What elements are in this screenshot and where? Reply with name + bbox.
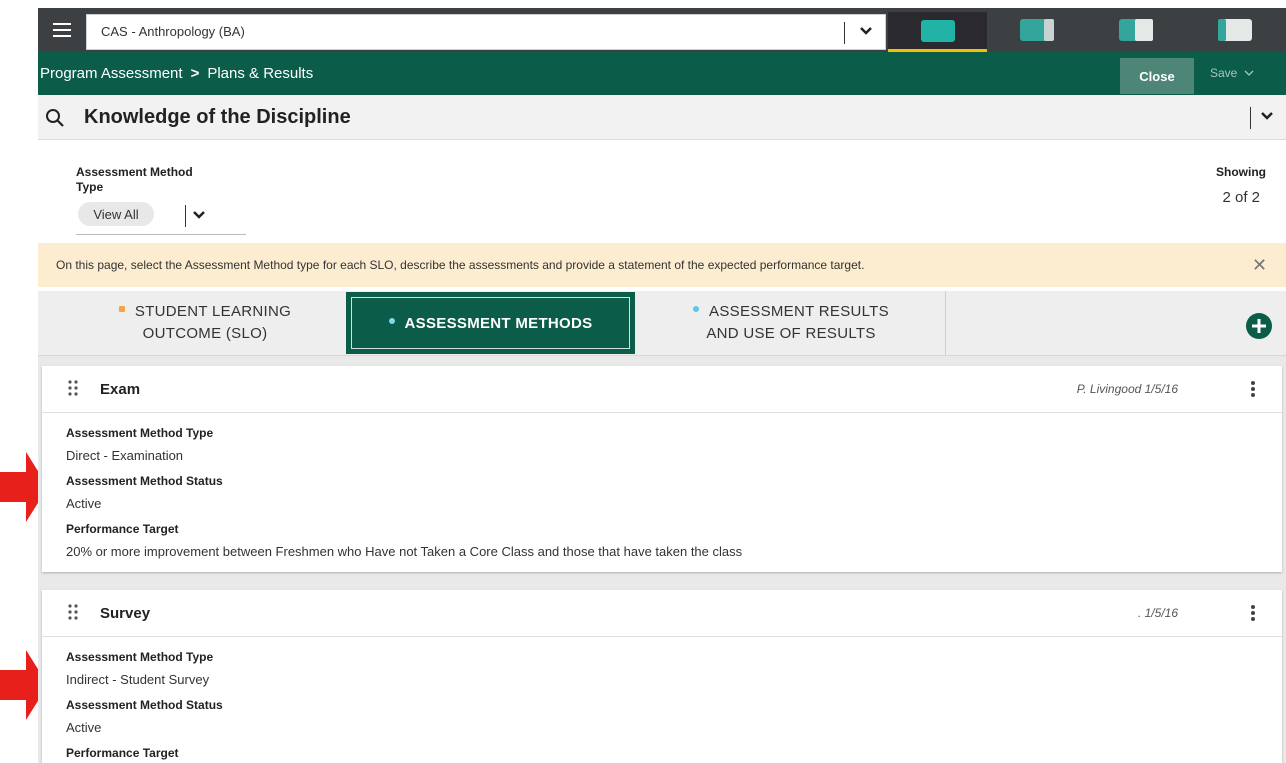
close-button[interactable]: Close [1120,58,1194,94]
showing-label: Showing [1216,165,1266,179]
menu-button[interactable] [38,8,86,52]
filter-label: Assessment Method Type [76,165,193,194]
field-label: Performance Target [66,746,179,760]
view-tile-4[interactable] [1185,12,1284,48]
breadcrumb: Program Assessment > Plans & Results [40,65,313,82]
showing-count: 2 of 2 [1222,189,1260,206]
slo-title: Knowledge of the Discipline [84,106,351,128]
method-type-filter[interactable]: View All [78,202,154,226]
field-label: Performance Target [66,522,179,536]
breadcrumb-root[interactable]: Program Assessment [40,65,183,82]
save-button-label: Save [1210,66,1238,80]
layout-half-icon [1118,19,1153,41]
field-value: Direct - Examination [66,448,184,463]
hamburger-icon [53,23,71,37]
view-tile-3[interactable] [1086,12,1185,48]
breadcrumb-bar: Program Assessment > Plans & Results [38,52,1286,95]
status-dot [388,318,395,325]
info-banner-text: On this page, select the Assessment Meth… [56,258,865,272]
field-label: Assessment Method Type [66,650,214,664]
breadcrumb-current: Plans & Results [207,65,314,82]
card-header[interactable]: Exam P. Livingood 1/5/16 [42,366,1282,413]
card-author-date: P. Livingood 1/5/16 [1076,382,1178,396]
card-header[interactable]: Survey . 1/5/16 [42,590,1282,637]
card-title: Survey [100,605,151,622]
tab-assessment-methods[interactable]: ASSESSMENT METHODS [346,292,635,354]
select-divider [185,205,186,227]
drag-handle-icon[interactable] [68,380,78,396]
app-window: CAS - Anthropology (BA) Program Assessme… [38,8,1286,763]
select-divider [844,22,845,44]
chevron-down-icon[interactable] [192,208,206,222]
tab-strip: STUDENT LEARNING OUTCOME (SLO) ASSESSMEN… [38,291,1286,356]
save-button[interactable]: Save [1210,66,1254,80]
program-select-value: CAS - Anthropology (BA) [101,24,245,39]
search-icon [46,109,64,127]
status-dot [693,306,700,313]
field-label: Assessment Method Status [66,698,223,712]
select-divider [1250,107,1251,129]
breadcrumb-separator: > [190,65,200,82]
card-author-date: . 1/5/16 [1137,606,1178,620]
view-tile-2[interactable] [987,12,1086,48]
more-options-icon[interactable] [1250,380,1256,398]
tab-slo[interactable]: STUDENT LEARNING OUTCOME (SLO) [38,291,346,355]
view-tile-1[interactable] [888,12,987,52]
tab-results-label: ASSESSMENT RESULTS AND USE OF RESULTS [651,301,931,345]
layout-side-icon [1217,19,1252,41]
field-value: Indirect - Student Survey [66,672,210,687]
left-gutter [0,0,38,763]
status-dot [118,306,125,313]
plus-icon [1252,319,1266,333]
top-bar: CAS - Anthropology (BA) [38,8,1286,52]
close-icon[interactable]: ✕ [1252,255,1267,276]
field-label: Assessment Method Status [66,474,223,488]
tab-slo-label: STUDENT LEARNING OUTCOME (SLO) [80,301,330,345]
method-card-exam: Exam P. Livingood 1/5/16 Assessment Meth… [42,366,1282,572]
field-value: Active [66,496,102,511]
more-options-icon[interactable] [1250,604,1256,622]
layout-full-icon [920,19,955,42]
tab-methods-label: ASSESSMENT METHODS [347,313,634,335]
chevron-down-icon [1244,70,1254,76]
drag-handle-icon[interactable] [68,604,78,620]
program-select[interactable]: CAS - Anthropology (BA) [86,14,886,50]
info-banner: On this page, select the Assessment Meth… [38,243,1286,287]
field-label: Assessment Method Type [66,426,214,440]
slo-search-bar[interactable]: Knowledge of the Discipline [38,95,1286,140]
filter-underline [76,234,246,235]
field-value: 20% or more improvement between Freshmen… [66,544,743,559]
chevron-down-icon[interactable] [1260,109,1274,123]
chevron-down-icon [860,27,872,35]
field-value: Active [66,720,102,735]
add-method-button[interactable] [1246,313,1272,339]
card-title: Exam [100,381,141,398]
method-card-survey: Survey . 1/5/16 Assessment Method Type I… [42,590,1282,763]
layout-split-icon [1019,19,1054,41]
tab-assessment-results[interactable]: ASSESSMENT RESULTS AND USE OF RESULTS [635,291,946,355]
methods-list: Exam P. Livingood 1/5/16 Assessment Meth… [38,356,1286,763]
